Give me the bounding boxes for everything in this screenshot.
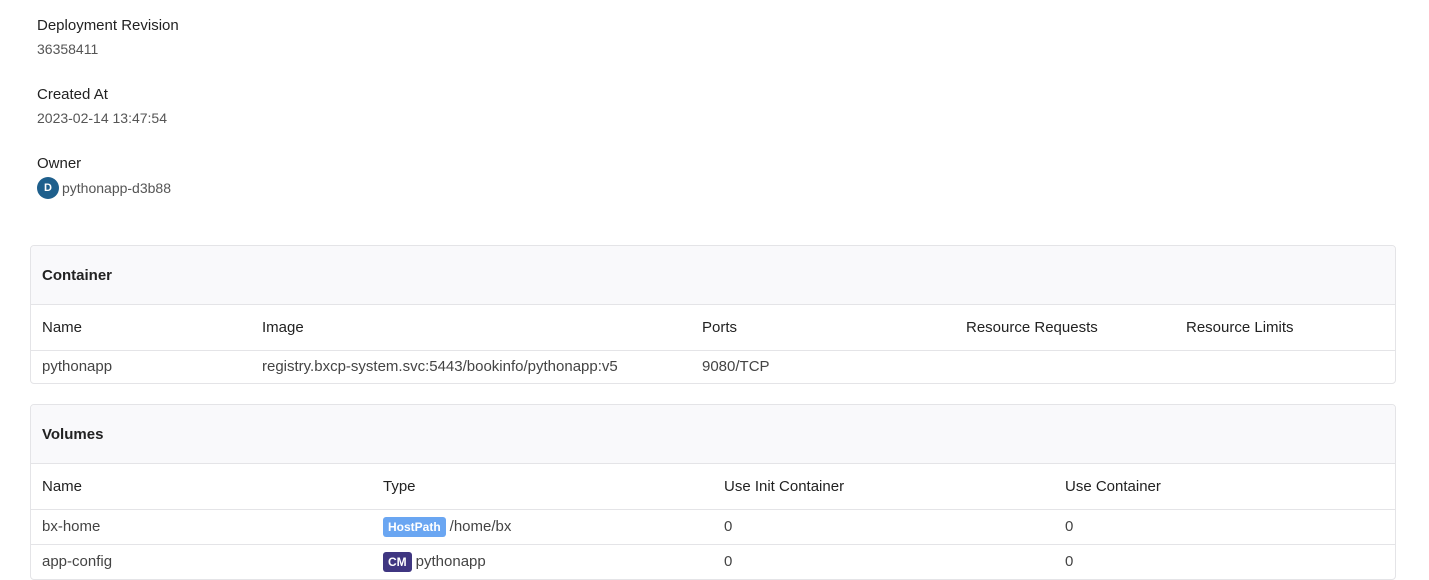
volumes-card: Volumes Name Type Use Init Container Use…	[30, 404, 1396, 580]
volumes-card-title: Volumes	[31, 405, 1395, 464]
container-table: Name Image Ports Resource Requests Resou…	[31, 305, 1395, 383]
volumes-table-header-row: Name Type Use Init Container Use Contain…	[31, 464, 1395, 510]
volume-init-cell: 0	[713, 509, 1054, 545]
created-at-field: Created At 2023-02-14 13:47:54	[37, 86, 167, 126]
volume-name-cell: bx-home	[31, 509, 372, 545]
container-name-cell: pythonapp	[42, 358, 113, 376]
container-col-resource-limits: Resource Limits	[1175, 305, 1395, 351]
owner-avatar: D	[37, 177, 59, 199]
configmap-badge: CM	[383, 551, 412, 572]
hostpath-badge: HostPath	[383, 516, 446, 537]
container-ports-cell: 9080/TCP	[702, 358, 770, 376]
volume-init-cell: 0	[724, 553, 733, 571]
owner-value-row: D pythonapp-d3b88	[37, 177, 171, 199]
owner-field: Owner D pythonapp-d3b88	[37, 155, 171, 199]
volume-type-value: /home/bx	[449, 518, 512, 535]
volumes-col-use-container: Use Container	[1054, 464, 1395, 510]
container-card: Container Name Image Ports Resource Requ…	[30, 245, 1396, 384]
volumes-col-use-init-container: Use Init Container	[713, 464, 1054, 510]
volume-type-cell: CM pythonapp	[372, 544, 713, 579]
owner-label: Owner	[37, 155, 82, 172]
created-at-label: Created At	[37, 86, 108, 103]
container-col-ports: Ports	[691, 305, 955, 351]
deployment-revision-label: Deployment Revision	[37, 17, 179, 34]
volume-use-cell: 0	[1065, 553, 1074, 571]
volume-name-cell: app-config	[42, 553, 113, 571]
volumes-col-type: Type	[372, 464, 713, 510]
container-requests-cell	[955, 350, 1175, 383]
volumes-col-name: Name	[31, 464, 372, 510]
table-row: bx-home HostPath /home/bx 0 0	[31, 509, 1395, 545]
container-limits-cell	[1175, 350, 1395, 383]
deployment-revision-value: 36358411	[37, 41, 99, 57]
volume-use-cell: 0	[1054, 509, 1395, 545]
deployment-revision-field: Deployment Revision 36358411	[37, 17, 179, 57]
owner-link[interactable]: pythonapp-d3b88	[62, 180, 171, 196]
container-card-title: Container	[31, 246, 1395, 305]
table-row: pythonapp registry.bxcp-system.svc:5443/…	[31, 350, 1395, 383]
container-col-image: Image	[251, 305, 691, 351]
volume-type-value-link[interactable]: pythonapp	[416, 553, 486, 570]
volume-type-cell: HostPath /home/bx	[372, 509, 713, 545]
table-row: app-config CM pythonapp 0 0	[31, 544, 1395, 579]
container-table-header-row: Name Image Ports Resource Requests Resou…	[31, 305, 1395, 351]
container-col-name: Name	[31, 305, 251, 351]
container-col-resource-requests: Resource Requests	[955, 305, 1175, 351]
volumes-table: Name Type Use Init Container Use Contain…	[31, 464, 1395, 579]
created-at-value: 2023-02-14 13:47:54	[37, 110, 167, 126]
container-image-cell: registry.bxcp-system.svc:5443/bookinfo/p…	[262, 358, 618, 376]
